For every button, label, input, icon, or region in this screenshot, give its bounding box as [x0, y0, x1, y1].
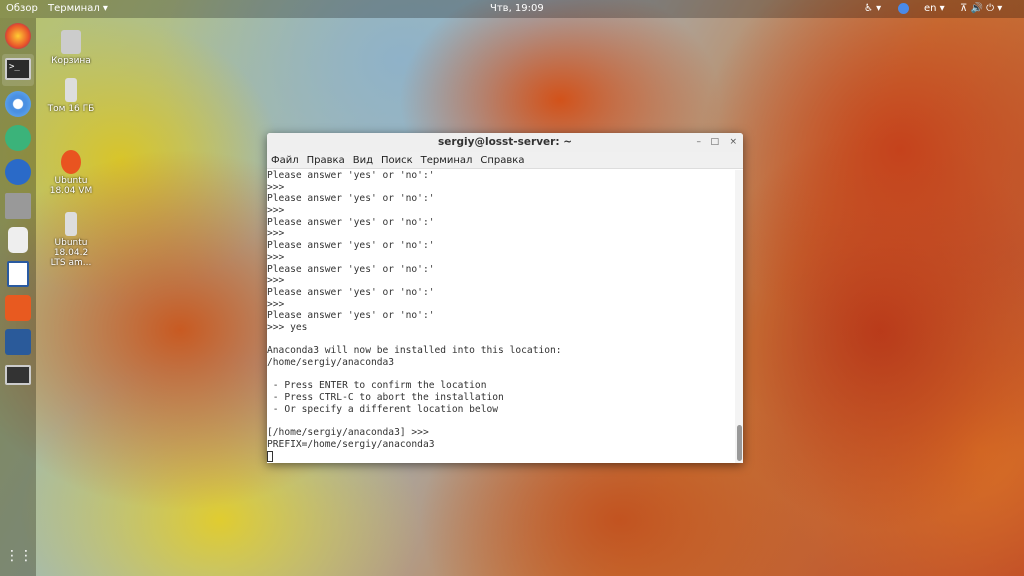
desktop-ubuntu-usb[interactable]: Ubuntu 18.04.2 LTS am... [46, 212, 96, 268]
window-title: sergiy@losst-server: ~ [437, 136, 573, 148]
ubuntu-icon [61, 150, 81, 174]
thunderbird-icon[interactable] [5, 159, 31, 185]
atom-icon[interactable] [5, 125, 31, 151]
scrollbar-thumb[interactable] [737, 425, 742, 461]
terminal-window: sergiy@losst-server: ~ – □ × Файл Правка… [267, 133, 743, 463]
terminal-line: Please answer 'yes' or 'no':' [267, 193, 435, 205]
screenshot-icon[interactable] [5, 365, 31, 385]
maximize-button[interactable]: □ [710, 133, 719, 152]
top-bar: Обзор Терминал ▾ Чтв, 19:09 ♿ ▾ en ▾ ⊼ 🔊… [0, 0, 1024, 18]
rhythmbox-icon[interactable] [8, 227, 28, 253]
terminal-icon[interactable]: >_ [5, 58, 31, 80]
writer-icon[interactable] [7, 261, 29, 287]
minimize-button[interactable]: – [697, 133, 702, 152]
terminal-line: PREFIX=/home/sergiy/anaconda3 [267, 438, 435, 450]
terminal-line: Please answer 'yes' or 'no':' [267, 310, 435, 322]
desktop-ubuntu-vm[interactable]: Ubuntu 18.04 VM [46, 150, 96, 196]
software-center-icon[interactable] [5, 295, 31, 321]
close-button[interactable]: × [729, 133, 737, 152]
chromium-icon[interactable] [5, 91, 31, 117]
terminal-output[interactable]: Please answer 'yes' or 'no':' >>> Please a… [267, 170, 735, 463]
terminal-line: Please answer 'yes' or 'no':' [267, 216, 435, 228]
menu-bar: Файл Правка Вид Поиск Терминал Справка [267, 152, 743, 169]
usb-drive-icon [65, 78, 77, 102]
files-icon[interactable] [5, 193, 31, 219]
terminal-cursor [267, 450, 273, 462]
usb-drive-icon [65, 212, 77, 236]
terminal-line: >>> [267, 181, 285, 193]
terminal-line: Please answer 'yes' or 'no':' [267, 286, 435, 298]
terminal-line: Please answer 'yes' or 'no':' [267, 263, 435, 275]
terminal-line: >>> yes [267, 321, 308, 333]
accessibility-menu[interactable]: ♿ ▾ [864, 3, 881, 14]
firefox-icon[interactable] [5, 23, 31, 49]
terminal-line: - Press CTRL-C to abort the installation [267, 392, 504, 404]
dock: >_ ⋮⋮ [0, 18, 36, 576]
terminal-line: [/home/sergiy/anaconda3] >>> [267, 427, 429, 439]
menu-help[interactable]: Справка [480, 155, 524, 166]
menu-file[interactable]: Файл [271, 155, 299, 166]
scrollbar[interactable] [735, 170, 743, 463]
terminal-line: >>> [267, 205, 285, 217]
desktop-volume[interactable]: Том 16 ГБ [46, 78, 96, 114]
trash-icon [61, 30, 81, 54]
menu-view[interactable]: Вид [353, 155, 373, 166]
title-bar[interactable]: sergiy@losst-server: ~ – □ × [267, 133, 743, 152]
terminal-line: Please answer 'yes' or 'no':' [267, 240, 435, 252]
menu-search[interactable]: Поиск [381, 155, 413, 166]
system-menu[interactable]: ⊼ 🔊 ⏻ ▾ [960, 3, 1002, 14]
show-apps-icon[interactable]: ⋮⋮ [5, 548, 33, 574]
clock[interactable]: Чтв, 19:09 [490, 3, 544, 14]
terminal-line: - Press ENTER to confirm the location [267, 380, 487, 392]
chrome-indicator-icon[interactable] [898, 3, 909, 14]
terminal-line: >>> [267, 251, 285, 263]
terminal-line: >>> [267, 228, 285, 240]
terminal-line: - Or specify a different location below [267, 403, 499, 415]
desktop-trash[interactable]: Корзина [46, 30, 96, 66]
terminal-line: >>> [267, 275, 285, 287]
menu-terminal[interactable]: Терминал [421, 155, 473, 166]
language-menu[interactable]: en ▾ [924, 3, 945, 14]
overview-button[interactable]: Обзор [6, 3, 38, 14]
menu-edit[interactable]: Правка [307, 155, 345, 166]
terminal-line: Anaconda3 will now be installed into thi… [267, 345, 562, 357]
terminal-line: Please answer 'yes' or 'no':' [267, 170, 435, 181]
terminal-line: >>> [267, 298, 285, 310]
terminal-line: /home/sergiy/anaconda3 [267, 357, 395, 368]
app-menu[interactable]: Терминал ▾ [48, 3, 108, 14]
virtualbox-icon[interactable] [5, 329, 31, 355]
